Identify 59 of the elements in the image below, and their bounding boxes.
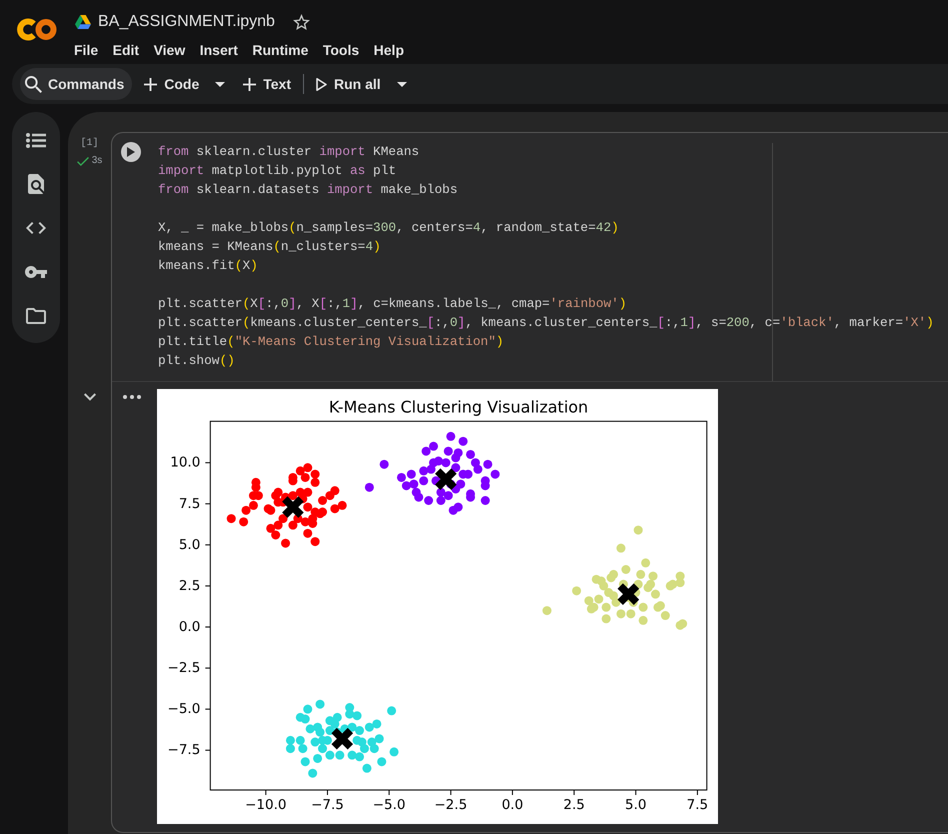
add-button[interactable]: Text — [237, 68, 297, 100]
search-button[interactable]: Commands — [20, 68, 132, 100]
run-cell-button[interactable] — [121, 142, 141, 162]
menu-item[interactable]: Tools — [322, 40, 360, 60]
tick-label: 10.0 — [170, 454, 200, 471]
code-line: import matplotlib.pyplot as plt — [158, 162, 396, 180]
play-icon — [316, 78, 327, 90]
plus-icon — [144, 78, 158, 90]
key-icon[interactable] — [25, 266, 47, 278]
code-icon[interactable] — [26, 222, 46, 234]
menu-item[interactable]: File — [74, 40, 98, 60]
plus-icon — [243, 78, 256, 90]
code-line: kmeans.fit(X) — [158, 257, 258, 275]
chevron-down-icon[interactable] — [84, 393, 96, 401]
tick-label: −7.5 — [311, 797, 344, 813]
document-title[interactable]: BA_ASSIGNMENT.ipynb — [98, 8, 275, 36]
tick-label: 7.5 — [178, 496, 200, 512]
triangle-icon — [75, 15, 91, 29]
code-line: kmeans = KMeans(n_clusters=4) — [158, 238, 381, 256]
code-line: plt.title("K-Means Clustering Visualization") — [158, 333, 504, 351]
menu-item[interactable]: Help — [374, 40, 404, 60]
tick-label: −5.0 — [168, 701, 200, 718]
tick-label: −5.0 — [372, 797, 406, 813]
add-button[interactable]: Code — [138, 68, 206, 100]
tick-label: 5.0 — [178, 536, 200, 553]
menu-item[interactable]: Edit — [112, 40, 140, 60]
star-icon[interactable] — [292, 14, 310, 30]
menu-item[interactable]: Runtime — [252, 40, 308, 60]
tick-label: −2.5 — [168, 660, 200, 676]
menu-item[interactable]: Insert — [200, 40, 238, 60]
tick-label: 0.0 — [502, 797, 524, 813]
code-line: X, _ = make_blobs(n_samples=300, centers=4, random_state=42) — [158, 219, 619, 237]
tick-label: −10.0 — [245, 797, 286, 813]
code-line: from sklearn.cluster import KMeans — [158, 143, 420, 161]
ellipsis-icon — [123, 395, 141, 399]
menu-item[interactable]: View — [154, 40, 186, 60]
tick-label: 2.5 — [563, 797, 585, 813]
execution-count: [1] — [80, 138, 98, 150]
list-icon[interactable] — [26, 132, 46, 148]
caret-icon — [215, 82, 226, 86]
run-all-button[interactable]: Run all — [310, 68, 387, 100]
logo-icon[interactable] — [17, 18, 57, 41]
chart-title: K-Means Clustering Visualization — [328, 398, 588, 416]
code-line: plt.scatter(kmeans.cluster_centers_[:,0], kmeans.cluster_centers_[:,1], s=200, c='black', marker='X') — [158, 314, 934, 332]
search-icon — [25, 76, 42, 92]
code-line: plt.scatter(X[:,0], X[:,1], c=kmeans.labels_, cmap='rainbow') — [158, 295, 627, 313]
play-icon — [127, 147, 135, 157]
code-line: plt.show() — [158, 352, 235, 370]
tick-label: 2.5 — [178, 578, 200, 594]
tick-label: 0.0 — [178, 619, 200, 635]
run-duration: 3s — [92, 155, 102, 167]
tick-label: −7.5 — [168, 742, 200, 758]
tick-label: 7.5 — [686, 797, 708, 813]
tick-label: −2.5 — [434, 797, 468, 813]
caret-icon — [396, 82, 407, 86]
document-search-icon[interactable] — [28, 174, 44, 194]
code-line: from sklearn.datasets import make_blobs — [158, 181, 458, 199]
tick-label: 5.0 — [625, 797, 646, 813]
folder-icon[interactable] — [26, 308, 46, 324]
